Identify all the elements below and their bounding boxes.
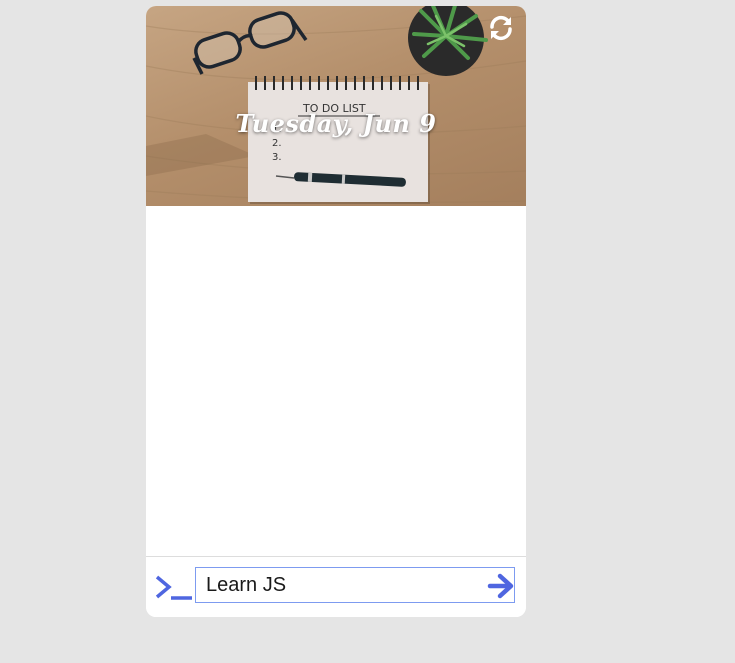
- submit-button[interactable]: [487, 572, 515, 600]
- glasses-graphic: [192, 11, 308, 75]
- arrow-right-icon: [487, 573, 514, 599]
- todo-list: [146, 206, 526, 556]
- terminal-prompt-icon: [155, 575, 192, 600]
- input-bar: [146, 556, 526, 617]
- date-heading: Tuesday, Jun 9: [235, 109, 437, 138]
- todo-app-card: TO DO LIST 1. 2. 3. Tuesday, Jun 9: [146, 6, 526, 617]
- notepad-line-2: 2.: [272, 138, 282, 149]
- notepad-line-3: 3.: [272, 152, 282, 163]
- refresh-button[interactable]: [487, 14, 515, 42]
- plant-graphic: [408, 6, 488, 76]
- header-banner: TO DO LIST 1. 2. 3. Tuesday, Jun 9: [146, 6, 526, 206]
- todo-input[interactable]: [195, 567, 515, 603]
- desk-photo-illustration: TO DO LIST 1. 2. 3.: [146, 6, 526, 204]
- notepad-graphic: TO DO LIST 1. 2. 3.: [248, 76, 430, 204]
- refresh-icon: [490, 15, 512, 41]
